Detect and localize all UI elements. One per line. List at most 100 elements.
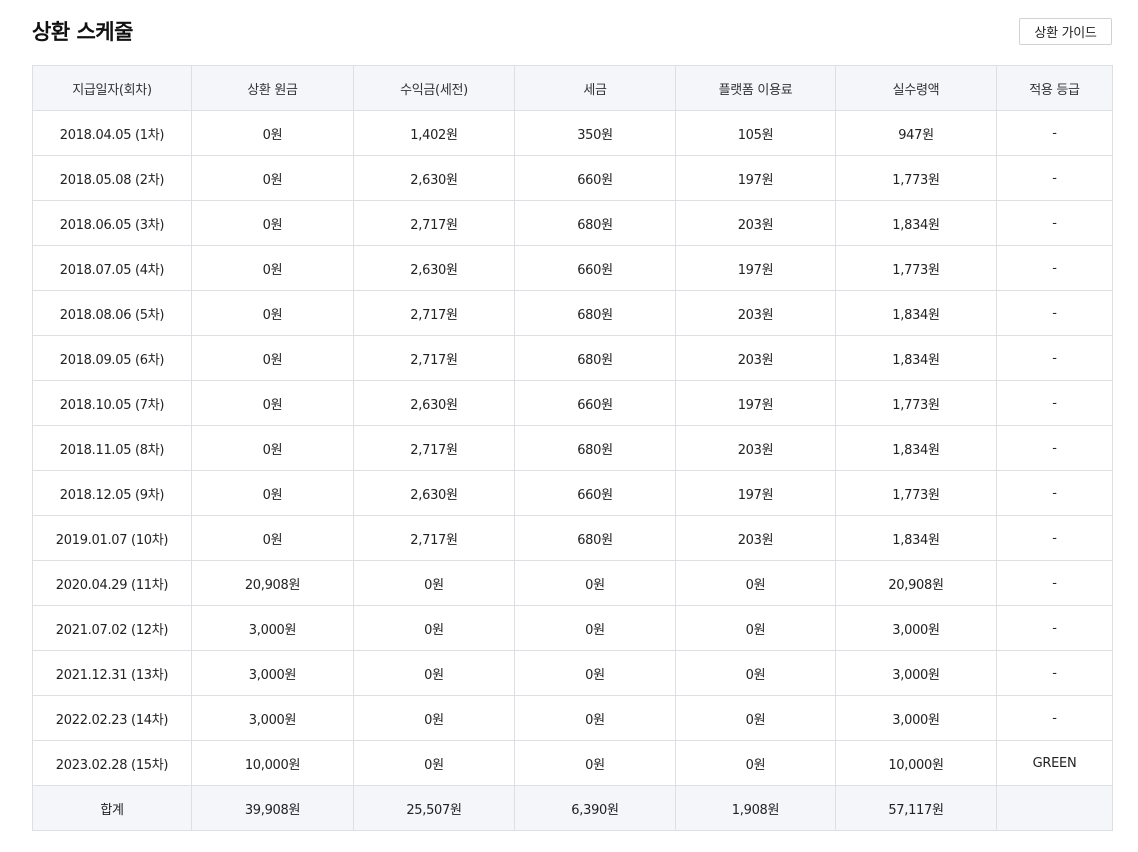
table-row: 2020.04.29 (11차) 20,908원 0원 0원 0원 20,908원 - <box>32 560 1113 606</box>
cell-platform-fee: 105원 <box>675 110 836 156</box>
cell-net-amount: 1,773원 <box>835 380 997 426</box>
total-principal: 39,908원 <box>191 785 354 831</box>
cell-interest-pretax: 0원 <box>353 605 515 651</box>
cell-principal: 0원 <box>191 290 354 336</box>
cell-platform-fee: 0원 <box>675 695 836 741</box>
cell-principal: 3,000원 <box>191 695 354 741</box>
table-row: 2018.12.05 (9차) 0원 2,630원 660원 197원 1,773원 - <box>32 470 1113 516</box>
cell-date-round: 2021.07.02 (12차) <box>32 605 192 651</box>
cell-platform-fee: 197원 <box>675 245 836 291</box>
table-row: 2018.08.06 (5차) 0원 2,717원 680원 203원 1,834원 - <box>32 290 1113 336</box>
cell-platform-fee: 203원 <box>675 290 836 336</box>
cell-principal: 0원 <box>191 200 354 246</box>
cell-interest-pretax: 2,630원 <box>353 245 515 291</box>
cell-platform-fee: 0원 <box>675 740 836 786</box>
cell-grade: - <box>996 470 1113 516</box>
cell-tax: 680원 <box>514 290 676 336</box>
cell-platform-fee: 203원 <box>675 515 836 561</box>
cell-date-round: 2018.07.05 (4차) <box>32 245 192 291</box>
cell-net-amount: 1,834원 <box>835 200 997 246</box>
table-row: 2021.07.02 (12차) 3,000원 0원 0원 0원 3,000원 - <box>32 605 1113 651</box>
total-net-amount: 57,117원 <box>835 785 997 831</box>
cell-platform-fee: 197원 <box>675 380 836 426</box>
cell-tax: 0원 <box>514 560 676 606</box>
column-header-interest-pretax: 수익금(세전) <box>353 65 515 111</box>
cell-interest-pretax: 0원 <box>353 560 515 606</box>
cell-platform-fee: 197원 <box>675 155 836 201</box>
table-row: 2023.02.28 (15차) 10,000원 0원 0원 0원 10,000원 GREE… <box>32 740 1113 786</box>
cell-interest-pretax: 0원 <box>353 740 515 786</box>
cell-date-round: 2018.06.05 (3차) <box>32 200 192 246</box>
cell-principal: 0원 <box>191 335 354 381</box>
cell-grade: - <box>996 335 1113 381</box>
cell-net-amount: 1,834원 <box>835 290 997 336</box>
cell-grade: - <box>996 650 1113 696</box>
table-row: 2021.12.31 (13차) 3,000원 0원 0원 0원 3,000원 - <box>32 650 1113 696</box>
cell-date-round: 2023.02.28 (15차) <box>32 740 192 786</box>
cell-interest-pretax: 2,717원 <box>353 515 515 561</box>
cell-principal: 0원 <box>191 425 354 471</box>
cell-date-round: 2018.04.05 (1차) <box>32 110 192 156</box>
cell-net-amount: 1,834원 <box>835 335 997 381</box>
cell-interest-pretax: 2,717원 <box>353 200 515 246</box>
cell-principal: 0원 <box>191 110 354 156</box>
cell-interest-pretax: 0원 <box>353 695 515 741</box>
cell-platform-fee: 0원 <box>675 605 836 651</box>
cell-net-amount: 3,000원 <box>835 695 997 741</box>
cell-principal: 0원 <box>191 515 354 561</box>
cell-net-amount: 1,834원 <box>835 515 997 561</box>
table-row: 2018.06.05 (3차) 0원 2,717원 680원 203원 1,834원 - <box>32 200 1113 246</box>
cell-tax: 680원 <box>514 515 676 561</box>
cell-principal: 0원 <box>191 155 354 201</box>
table-row: 2018.10.05 (7차) 0원 2,630원 660원 197원 1,773원 - <box>32 380 1113 426</box>
cell-date-round: 2018.08.06 (5차) <box>32 290 192 336</box>
table-row: 2019.01.07 (10차) 0원 2,717원 680원 203원 1,834원 - <box>32 515 1113 561</box>
cell-tax: 0원 <box>514 650 676 696</box>
cell-tax: 680원 <box>514 425 676 471</box>
cell-net-amount: 20,908원 <box>835 560 997 606</box>
cell-tax: 0원 <box>514 740 676 786</box>
repayment-guide-button[interactable]: 상환 가이드 <box>1019 18 1112 45</box>
table-footer: 합계 39,908원 25,507원 6,390원 1,908원 57,117원 <box>32 785 1113 831</box>
table-row: 2018.11.05 (8차) 0원 2,717원 680원 203원 1,834원 - <box>32 425 1113 471</box>
column-header-tax: 세금 <box>514 65 676 111</box>
cell-date-round: 2019.01.07 (10차) <box>32 515 192 561</box>
total-grade <box>996 785 1113 831</box>
cell-interest-pretax: 2,630원 <box>353 155 515 201</box>
cell-interest-pretax: 0원 <box>353 650 515 696</box>
cell-date-round: 2018.09.05 (6차) <box>32 335 192 381</box>
cell-net-amount: 3,000원 <box>835 605 997 651</box>
cell-principal: 10,000원 <box>191 740 354 786</box>
cell-interest-pretax: 2,717원 <box>353 335 515 381</box>
table-row: 2018.05.08 (2차) 0원 2,630원 660원 197원 1,773원 - <box>32 155 1113 201</box>
page-title: 상환 스케줄 <box>32 20 133 44</box>
cell-grade: - <box>996 560 1113 606</box>
cell-platform-fee: 203원 <box>675 425 836 471</box>
cell-grade: - <box>996 155 1113 201</box>
cell-interest-pretax: 1,402원 <box>353 110 515 156</box>
cell-platform-fee: 203원 <box>675 200 836 246</box>
cell-grade: - <box>996 110 1113 156</box>
cell-grade: - <box>996 605 1113 651</box>
header-row: 지급일자(회차) 상환 원금 수익금(세전) 세금 플랫폼 이용료 실수령액 적용 등급 <box>32 65 1113 111</box>
total-platform-fee: 1,908원 <box>675 785 836 831</box>
cell-date-round: 2022.02.23 (14차) <box>32 695 192 741</box>
cell-interest-pretax: 2,630원 <box>353 470 515 516</box>
cell-tax: 680원 <box>514 200 676 246</box>
cell-tax: 660원 <box>514 155 676 201</box>
cell-net-amount: 1,773원 <box>835 155 997 201</box>
repayment-schedule-table: 지급일자(회차) 상환 원금 수익금(세전) 세금 플랫폼 이용료 실수령액 적용 등급 2… <box>32 65 1113 831</box>
cell-tax: 660원 <box>514 380 676 426</box>
cell-grade: - <box>996 245 1113 291</box>
column-header-principal: 상환 원금 <box>191 65 354 111</box>
cell-date-round: 2021.12.31 (13차) <box>32 650 192 696</box>
cell-grade: GREEN <box>996 740 1113 786</box>
cell-grade: - <box>996 515 1113 561</box>
totals-label: 합계 <box>32 785 192 831</box>
totals-row: 합계 39,908원 25,507원 6,390원 1,908원 57,117원 <box>32 785 1113 831</box>
cell-principal: 0원 <box>191 470 354 516</box>
cell-principal: 0원 <box>191 380 354 426</box>
cell-interest-pretax: 2,630원 <box>353 380 515 426</box>
cell-interest-pretax: 2,717원 <box>353 425 515 471</box>
cell-grade: - <box>996 695 1113 741</box>
